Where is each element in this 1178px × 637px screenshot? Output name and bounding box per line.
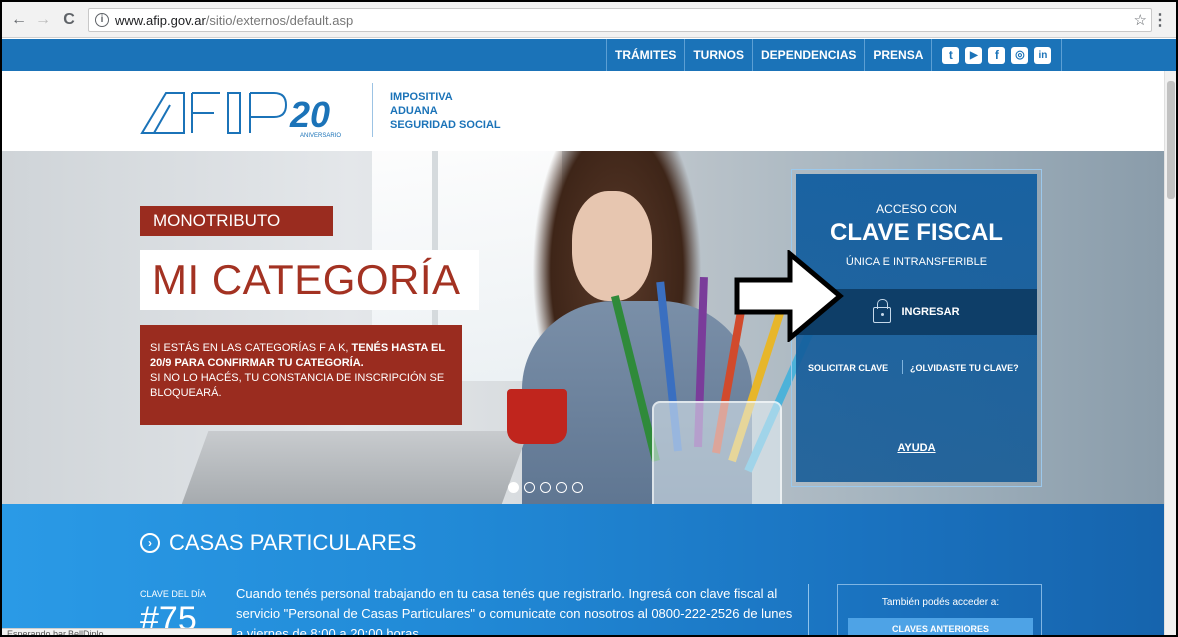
reload-icon[interactable]: C [60,11,78,29]
ayuda-link[interactable]: AYUDA [796,442,1037,454]
nav-prensa[interactable]: PRENSA [865,39,933,71]
nav-turnos[interactable]: TURNOS [685,39,754,71]
url-text[interactable]: www.afip.gov.ar/sitio/externos/default.a… [115,13,353,28]
note-line2: SI NO LO HACÉS, TU CONSTANCIA DE INSCRIP… [150,372,445,399]
social-links: t ▶ f ◎ in [932,39,1063,71]
hero-banner[interactable]: MONOTRIBUTO MI CATEGORÍA SI ESTÁS EN LAS… [2,151,1164,504]
site-header: 20 ANIVERSARIO IMPOSITIVA ADUANA SEGURID… [2,71,1176,151]
tambien-text: También podés acceder a: [881,597,1000,608]
anniversary-number: 20 [289,94,330,135]
top-nav: TRÁMITES TURNOS DEPENDENCIAS PRENSA t ▶ … [2,39,1176,71]
note-plain: SI ESTÁS EN LAS CATEGORÍAS F A K, [150,342,352,354]
nav-tramites[interactable]: TRÁMITES [606,39,686,71]
tagline-impositiva: IMPOSITIVA [390,91,453,103]
logo-separator [372,83,373,137]
hero-person-face [572,191,652,301]
arrow-annotation-icon [734,250,844,342]
hero-jar [652,401,782,504]
url-domain: www.afip.gov.ar [115,13,206,28]
page-scrollbar[interactable] [1164,71,1176,635]
header-tagline: IMPOSITIVA ADUANA SEGURIDAD SOCIAL [390,90,501,132]
linkedin-icon[interactable]: in [1034,46,1052,64]
login-link-separator [902,360,903,374]
nav-dependencias[interactable]: DEPENDENCIAS [753,39,866,71]
hero-headline[interactable]: MI CATEGORÍA [140,250,479,310]
hero-mug [507,389,567,444]
tambien-box: También podés acceder a: CLAVES ANTERIOR… [837,584,1042,635]
hero-note: SI ESTÁS EN LAS CATEGORÍAS F A K, TENÉS … [140,325,462,425]
tagline-aduana: ADUANA [390,105,438,117]
facebook-icon[interactable]: f [988,46,1006,64]
youtube-icon[interactable]: ▶ [965,46,983,64]
anniversary-label: ANIVERSARIO [300,133,341,139]
hero-label: MONOTRIBUTO [140,206,333,236]
top-nav-links: TRÁMITES TURNOS DEPENDENCIAS PRENSA t ▶ … [606,39,1063,71]
clave-del-dia-label: CLAVE DEL DÍA [140,589,207,599]
carousel-dot[interactable] [540,482,551,493]
info-icon[interactable]: i [95,13,109,27]
afip-logo[interactable]: 20 ANIVERSARIO [140,83,360,139]
back-icon[interactable]: ← [10,11,28,29]
olvidaste-clave-link[interactable]: ¿OLVIDASTE TU CLAVE? [910,363,1019,373]
url-path: /sitio/externos/default.asp [205,13,354,28]
hero-laptop [175,431,529,504]
screenshot-frame: ← → C i www.afip.gov.ar/sitio/externos/d… [0,0,1178,637]
casas-particulares-section: › CASAS PARTICULARES CLAVE DEL DÍA #75 C… [2,504,1164,637]
scrollbar-thumb[interactable] [1167,81,1175,199]
login-clave-fiscal: CLAVE FISCAL [830,219,1003,246]
carousel-dots [508,482,583,493]
carousel-dot[interactable] [508,482,519,493]
address-bar[interactable]: i www.afip.gov.ar/sitio/externos/default… [88,8,1152,32]
chevron-right-icon: › [140,533,160,553]
ingresar-label: INGRESAR [901,306,960,318]
tagline-seguridad-social: SEGURIDAD SOCIAL [390,119,501,131]
forward-icon[interactable]: → [34,11,52,29]
carousel-dot[interactable] [524,482,535,493]
instagram-icon[interactable]: ◎ [1011,46,1029,64]
browser-menu-icon[interactable]: ⋮ [1152,10,1168,30]
status-bar: Esperando bar.BellDiplo... [2,628,232,635]
browser-toolbar: ← → C i www.afip.gov.ar/sitio/externos/d… [2,2,1176,38]
claves-anteriores-button[interactable]: CLAVES ANTERIORES [848,618,1033,635]
carousel-dot[interactable] [556,482,567,493]
login-acceso: ACCESO CON [876,202,957,216]
casas-body: Cuando tenés personal trabajando en tu c… [236,586,793,637]
solicitar-clave-link[interactable]: SOLICITAR CLAVE [808,363,888,373]
twitter-icon[interactable]: t [942,46,960,64]
casas-divider [808,584,809,635]
carousel-dot[interactable] [572,482,583,493]
casas-title[interactable]: › CASAS PARTICULARES [140,530,416,556]
lock-icon [873,299,892,323]
casas-title-text: CASAS PARTICULARES [169,530,417,555]
bookmark-star-icon[interactable]: ☆ [1134,11,1147,29]
